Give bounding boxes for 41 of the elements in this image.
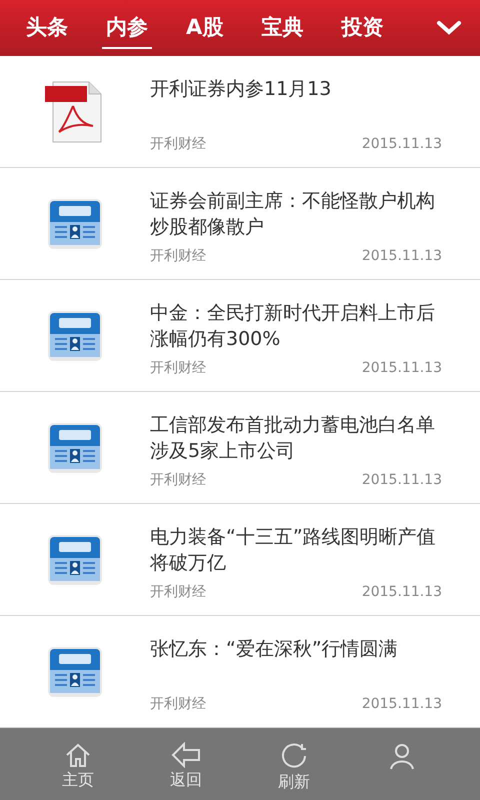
article-source: 开利财经: [150, 359, 206, 378]
article-date: 2015.11.13: [362, 695, 442, 714]
newspaper-icon: [47, 198, 103, 250]
category-tab[interactable]: A股: [182, 7, 228, 49]
newspaper-icon: [47, 534, 103, 586]
article-title: 开利证券内参11月13: [150, 77, 332, 102]
article-date: 2015.11.13: [362, 471, 442, 490]
news-item[interactable]: 工信部发布首批动力蓄电池白名单涉及5家上市公司 开利财经 2015.11.13: [0, 392, 480, 504]
newspaper-icon: [47, 310, 103, 362]
article-date: 2015.11.13: [362, 135, 442, 154]
article-source: 开利财经: [150, 583, 206, 602]
home-icon: [64, 742, 92, 768]
news-item[interactable]: 中金：全民打新时代开启料上市后涨幅仍有300% 开利财经 2015.11.13: [0, 280, 480, 392]
news-item[interactable]: 开利证券内参11月13 开利财经 2015.11.13: [0, 56, 480, 168]
article-source: 开利财经: [150, 135, 206, 154]
article-source: 开利财经: [150, 695, 206, 714]
category-tab[interactable]: 宝典: [257, 7, 308, 49]
article-title: 证券会前副主席：不能怪散户机构炒股都像散户: [150, 189, 436, 240]
category-tab[interactable]: 投资: [337, 7, 388, 49]
article-date: 2015.11.13: [362, 359, 442, 378]
news-item[interactable]: 证券会前副主席：不能怪散户机构炒股都像散户 开利财经 2015.11.13: [0, 168, 480, 280]
article-title: 张忆东：“爱在深秋”行情圆满: [150, 637, 399, 662]
news-item[interactable]: 电力装备“十三五”路线图明晰产值将破万亿 开利财经 2015.11.13: [0, 504, 480, 616]
newspaper-icon: [47, 422, 103, 474]
article-date: 2015.11.13: [362, 247, 442, 266]
newspaper-icon: [47, 646, 103, 698]
article-title: 工信部发布首批动力蓄电池白名单涉及5家上市公司: [150, 413, 436, 464]
chevron-down-icon[interactable]: [436, 20, 462, 36]
category-tab[interactable]: 头条: [22, 7, 72, 49]
refresh-icon: [280, 742, 308, 770]
nav-button[interactable]: 刷新: [240, 728, 348, 792]
user-icon: [388, 742, 416, 770]
article-date: 2015.11.13: [362, 583, 442, 602]
article-title: 电力装备“十三五”路线图明晰产值将破万亿: [150, 525, 437, 576]
nav-button[interactable]: 主页: [24, 728, 132, 790]
article-source: 开利财经: [150, 247, 206, 266]
nav-button[interactable]: 返回: [132, 728, 240, 790]
article-title: 中金：全民打新时代开启料上市后涨幅仍有300%: [150, 301, 436, 352]
article-source: 开利财经: [150, 471, 206, 490]
left-arrow-icon: [170, 742, 202, 768]
category-tab[interactable]: 内参: [102, 7, 152, 49]
